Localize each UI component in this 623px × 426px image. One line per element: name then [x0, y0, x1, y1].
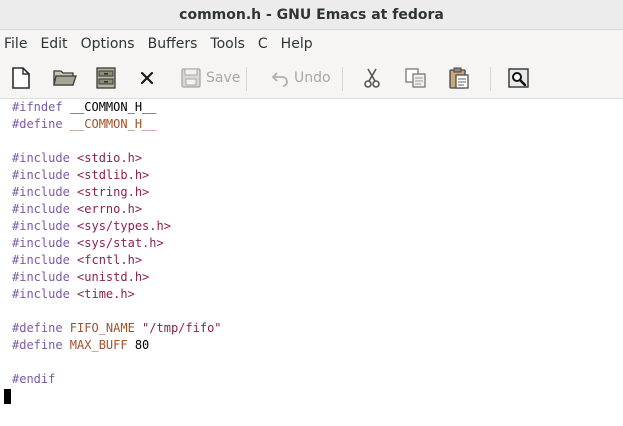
- paste-button[interactable]: [447, 66, 471, 90]
- code-line: #ifndef __COMMON_H__: [12, 100, 157, 114]
- code-line: #include <string.h>: [12, 185, 150, 199]
- code-line: #define MAX_BUFF 80: [12, 338, 150, 352]
- editor-buffer[interactable]: #ifndef __COMMON_H__ #define __COMMON_H_…: [0, 99, 623, 426]
- menu-options[interactable]: Options: [77, 36, 144, 52]
- code-line: #include <fcntl.h>: [12, 253, 143, 267]
- code-line: #define __COMMON_H__: [12, 117, 157, 131]
- paste-icon: [449, 67, 469, 89]
- menu-tools[interactable]: Tools: [206, 36, 254, 52]
- window-title: common.h - GNU Emacs at fedora: [179, 6, 444, 23]
- code-line: #include <unistd.h>: [12, 270, 150, 284]
- title-bar: common.h - GNU Emacs at fedora: [0, 0, 623, 30]
- toolbar: Save Undo: [0, 58, 623, 99]
- toolbar-separator: [342, 67, 343, 91]
- cut-icon: [364, 68, 380, 88]
- menu-buffers[interactable]: Buffers: [144, 36, 207, 52]
- undo-icon: [271, 72, 288, 87]
- code-line: #include <sys/types.h>: [12, 219, 171, 233]
- dired-button[interactable]: [95, 66, 117, 90]
- open-directory-icon: [96, 67, 116, 89]
- save-icon: [181, 68, 201, 88]
- new-file-button[interactable]: [10, 66, 32, 90]
- code-line: #endif: [12, 372, 56, 386]
- search-icon: [508, 68, 529, 88]
- copy-button[interactable]: [404, 66, 428, 90]
- menu-help[interactable]: Help: [277, 36, 322, 52]
- text-cursor: [4, 389, 11, 404]
- code-line: #include <stdio.h>: [12, 151, 143, 165]
- toolbar-separator: [490, 67, 491, 91]
- menu-file[interactable]: File: [0, 36, 36, 52]
- undo-label: Undo: [294, 70, 331, 86]
- close-buffer-button[interactable]: [138, 66, 156, 90]
- code-line: #define FIFO_NAME "/tmp/fifo": [12, 321, 222, 335]
- menu-bar: File Edit Options Buffers Tools C Help: [0, 30, 623, 58]
- close-icon: [140, 71, 154, 85]
- copy-icon: [405, 68, 426, 88]
- open-file-button[interactable]: [52, 66, 78, 90]
- save-label: Save: [206, 70, 241, 86]
- new-file-icon: [12, 67, 30, 89]
- code-line: #include <sys/stat.h>: [12, 236, 164, 250]
- search-button[interactable]: [508, 66, 530, 90]
- menu-edit[interactable]: Edit: [36, 36, 76, 52]
- code-line: #include <stdlib.h>: [12, 168, 150, 182]
- undo-button[interactable]: Undo: [270, 66, 331, 90]
- code-line: #include <errno.h>: [12, 202, 143, 216]
- menu-c[interactable]: C: [254, 36, 277, 52]
- toolbar-separator: [246, 67, 247, 91]
- open-folder-icon: [53, 70, 77, 86]
- save-button[interactable]: Save: [180, 66, 240, 90]
- code-line: #include <time.h>: [12, 287, 135, 301]
- cut-button[interactable]: [361, 66, 383, 90]
